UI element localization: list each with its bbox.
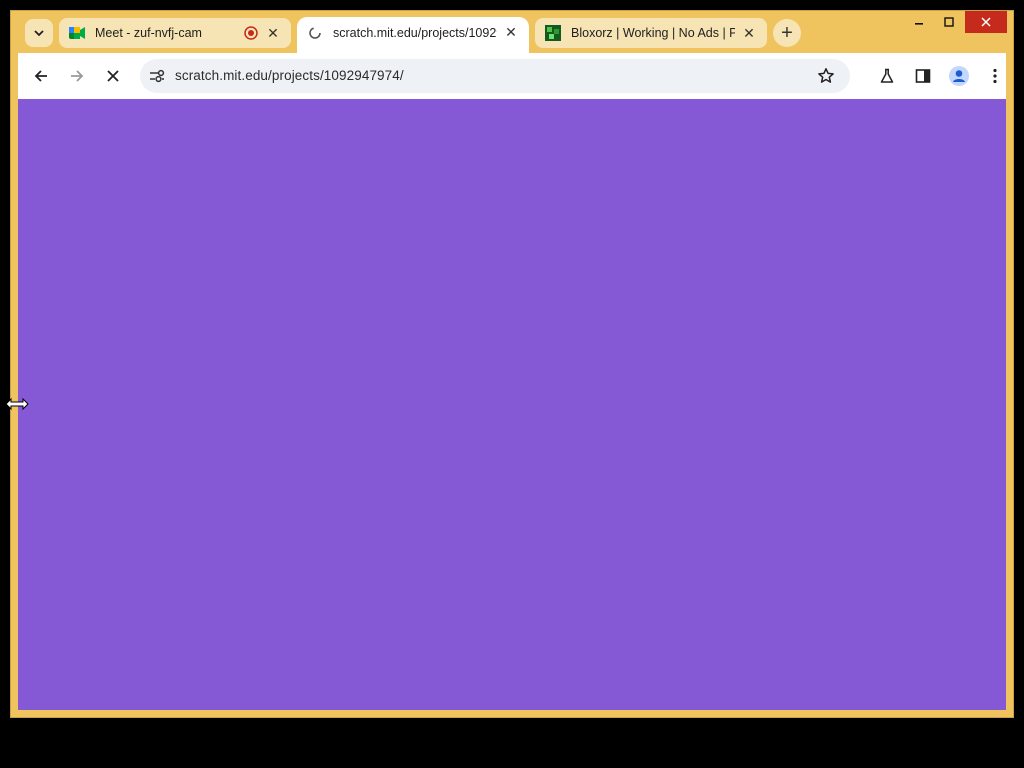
forward-arrow-icon — [71, 70, 84, 82]
profile-avatar-icon — [949, 66, 969, 86]
new-tab-button[interactable]: + — [773, 19, 801, 47]
tab-scratch[interactable]: scratch.mit.edu/projects/1092947974/ ✕ — [297, 17, 529, 54]
tab-search-button[interactable] — [25, 19, 53, 47]
minimize-icon — [915, 23, 923, 25]
labs-button[interactable] — [875, 64, 899, 88]
site-info-icon[interactable] — [148, 67, 166, 85]
close-tab-icon[interactable]: ✕ — [741, 25, 757, 41]
tab-meet[interactable]: Meet - zuf-nvfj-cam ✕ — [59, 18, 291, 48]
kebab-menu-icon — [993, 68, 997, 84]
tab-strip: Meet - zuf-nvfj-cam ✕ scratch.mit.edu/pr… — [11, 11, 1013, 54]
back-arrow-icon — [34, 70, 47, 82]
side-panel-button[interactable] — [911, 64, 935, 88]
minimize-button[interactable] — [905, 11, 933, 33]
page-content — [18, 99, 1006, 710]
resize-cursor-icon — [5, 397, 29, 411]
tab-title: scratch.mit.edu/projects/1092947974/ — [333, 25, 497, 40]
close-tab-icon[interactable]: ✕ — [503, 24, 519, 41]
recording-icon — [243, 25, 259, 41]
address-bar[interactable]: scratch.mit.edu/projects/1092947974/ — [140, 59, 850, 93]
bookmark-star-icon[interactable] — [817, 67, 835, 85]
loading-spinner-icon — [307, 25, 323, 41]
tab-title: Bloxorz | Working | No Ads | Pl — [571, 26, 735, 40]
tab-bloxorz[interactable]: Bloxorz | Working | No Ads | Pl ✕ — [535, 18, 767, 48]
maximize-icon — [944, 17, 954, 27]
close-icon — [981, 17, 991, 27]
side-panel-icon — [915, 69, 931, 83]
close-window-button[interactable] — [965, 11, 1007, 33]
stop-loading-icon — [107, 70, 119, 82]
close-tab-icon[interactable]: ✕ — [265, 25, 281, 41]
menu-button[interactable] — [983, 64, 1007, 88]
flask-icon — [880, 68, 894, 83]
browser-window: Meet - zuf-nvfj-cam ✕ scratch.mit.edu/pr… — [10, 10, 1014, 718]
url-text[interactable]: scratch.mit.edu/projects/1092947974/ — [175, 68, 404, 83]
maximize-button[interactable] — [935, 11, 963, 33]
stop-button[interactable] — [101, 64, 125, 88]
back-button[interactable] — [29, 64, 53, 88]
forward-button[interactable] — [65, 64, 89, 88]
bloxorz-favicon-icon — [545, 25, 561, 41]
chevron-down-icon — [34, 30, 44, 37]
browser-toolbar: scratch.mit.edu/projects/1092947974/ — [18, 53, 1006, 99]
profile-button[interactable] — [947, 64, 971, 88]
tab-title: Meet - zuf-nvfj-cam — [95, 26, 202, 40]
google-meet-icon — [69, 25, 85, 41]
